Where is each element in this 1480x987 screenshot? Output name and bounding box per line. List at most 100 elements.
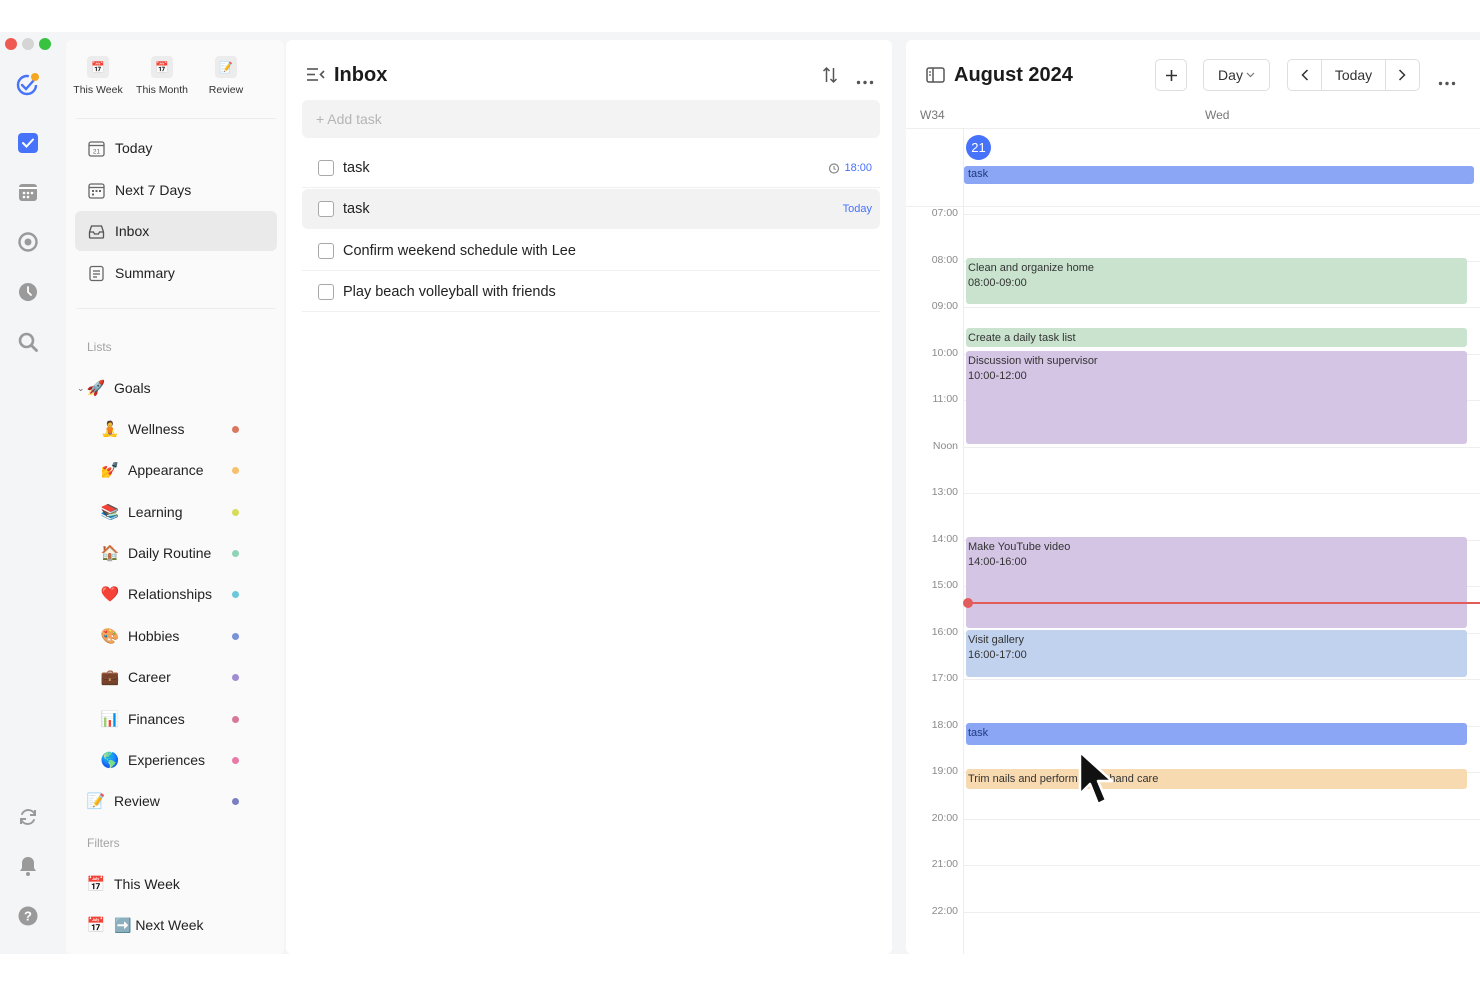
list-item[interactable]: 🌎 Experiences — [66, 740, 284, 780]
calendar-event[interactable]: Trim nails and perform basic hand care — [966, 769, 1467, 789]
list-item-label: Hobbies — [128, 628, 180, 644]
hour-line — [963, 214, 1480, 215]
next-day-button[interactable] — [1384, 60, 1419, 90]
list-emoji-icon: 🌎 — [100, 752, 120, 769]
sidebar-toggle-icon[interactable] — [926, 67, 945, 88]
event-title: Make YouTube video — [968, 541, 1071, 553]
list-review[interactable]: 📝 Review — [66, 781, 284, 821]
selected-date-badge[interactable]: 21 — [966, 135, 991, 160]
focus-icon[interactable] — [14, 278, 42, 306]
list-color-dot — [232, 673, 239, 681]
view-selector[interactable]: Day — [1203, 59, 1270, 91]
list-item[interactable]: 💼 Career — [66, 657, 284, 697]
tasks-icon[interactable] — [14, 129, 42, 157]
add-event-button[interactable] — [1155, 59, 1187, 91]
list-color-dot — [232, 425, 239, 433]
event-time: 16:00-17:00 — [968, 649, 1027, 661]
calendar-event[interactable]: Clean and organize home 08:00-09:00 — [966, 258, 1467, 304]
search-icon[interactable] — [14, 328, 42, 356]
calendar-title: August 2024 — [954, 64, 1073, 86]
app-logo-icon[interactable] — [14, 70, 42, 98]
time-axis-divider — [963, 128, 964, 954]
list-item[interactable]: 🏠 Daily Routine — [66, 533, 284, 573]
nav-today[interactable]: 21 Today — [75, 128, 277, 168]
chevron-down-icon[interactable]: ⌄ — [77, 383, 85, 394]
minimize-window-button[interactable] — [22, 38, 34, 50]
list-item[interactable]: 📊 Finances — [66, 699, 284, 739]
event-title: Trim nails and perform basic hand care — [968, 773, 1159, 785]
list-item[interactable]: 📚 Learning — [66, 492, 284, 532]
calendar-event[interactable]: Create a daily task list — [966, 328, 1467, 347]
hour-line — [963, 446, 1480, 448]
all-day-event[interactable]: task — [964, 166, 1474, 184]
list-item[interactable]: 💅 Appearance — [66, 450, 284, 490]
event-time: 14:00-16:00 — [968, 556, 1027, 568]
list-item-label: Learning — [128, 504, 183, 520]
list-item[interactable]: 🧘 Wellness — [66, 409, 284, 449]
list-color-dot — [232, 632, 239, 640]
hour-label: 20:00 — [931, 811, 958, 824]
sort-icon[interactable] — [822, 66, 838, 89]
hour-label: 07:00 — [931, 207, 958, 219]
nav-inbox[interactable]: Inbox — [75, 211, 277, 251]
svg-text:21: 21 — [92, 148, 100, 155]
task-checkbox[interactable] — [318, 242, 334, 259]
calendar-icon[interactable] — [14, 178, 42, 206]
calendar-event[interactable]: Discussion with supervisor 10:00-12:00 — [966, 351, 1467, 444]
filter-next-week[interactable]: 📅 ➡️ Next Week — [66, 905, 284, 945]
list-color-dot — [232, 508, 239, 516]
menu-collapse-icon[interactable] — [306, 66, 325, 88]
date-navigation: Today — [1287, 59, 1420, 91]
task-row[interactable]: Play beach volleyball with friends — [302, 272, 880, 312]
task-checkbox[interactable] — [318, 201, 334, 217]
sync-icon[interactable] — [14, 803, 42, 831]
list-goals[interactable]: ⌄ 🚀 Goals — [66, 368, 284, 408]
help-icon[interactable]: ? — [14, 902, 42, 930]
quick-views: 📅 This Week 📅 This Month 📝 Review — [66, 56, 284, 96]
week-number: W34 — [920, 108, 945, 122]
calendar-icon: 📅 — [151, 56, 173, 78]
nav-summary[interactable]: Summary — [75, 253, 277, 293]
hour-line — [963, 493, 1480, 494]
weekday-label: Wed — [1205, 108, 1230, 122]
list-color-dot — [232, 715, 239, 723]
hour-line — [963, 865, 1480, 866]
more-options-icon[interactable] — [1438, 73, 1456, 91]
calendar-event[interactable]: task — [966, 723, 1467, 745]
today-button[interactable]: Today — [1335, 67, 1372, 83]
notification-icon[interactable] — [14, 852, 42, 880]
chevron-left-icon — [1300, 69, 1308, 81]
list-emoji-icon: 🎨 — [100, 628, 120, 645]
task-checkbox[interactable] — [318, 159, 334, 176]
prev-day-button[interactable] — [1288, 60, 1322, 90]
inbox-panel: Inbox + Add task task 18:00 task Today C… — [286, 40, 892, 954]
hour-label: 15:00 — [931, 579, 958, 591]
event-title: task — [968, 727, 989, 739]
list-item[interactable]: 🎨 Hobbies — [66, 616, 284, 656]
quick-this-week[interactable]: 📅 This Week — [66, 56, 130, 96]
hour-line — [963, 307, 1480, 308]
zoom-window-button[interactable] — [39, 38, 51, 50]
close-window-button[interactable] — [5, 38, 17, 50]
quick-review[interactable]: 📝 Review — [194, 56, 258, 96]
icon-rail: ? — [0, 32, 56, 954]
task-row[interactable]: task 18:00 — [302, 148, 880, 188]
quick-this-month[interactable]: 📅 This Month — [130, 56, 194, 96]
list-color-dot — [232, 756, 239, 764]
event-time: 10:00-12:00 — [968, 370, 1027, 382]
task-due: 18:00 — [828, 162, 872, 174]
filter-this-week[interactable]: 📅 This Week — [66, 864, 284, 904]
add-task-input[interactable]: + Add task — [302, 100, 880, 138]
task-row[interactable]: Confirm weekend schedule with Lee — [302, 231, 880, 271]
task-row[interactable]: task Today — [302, 189, 880, 229]
calendar-event[interactable]: Visit gallery 16:00-17:00 — [966, 630, 1467, 677]
calendar-event[interactable]: Make YouTube video 14:00-16:00 — [966, 537, 1467, 628]
nav-next-7-days[interactable]: Next 7 Days — [75, 170, 277, 210]
more-options-icon[interactable] — [856, 72, 874, 90]
rocket-icon: 🚀 — [86, 380, 106, 397]
list-item[interactable]: ❤️ Relationships — [66, 574, 284, 614]
filters-label: Filters — [87, 836, 120, 850]
alarm-icon — [829, 162, 840, 174]
task-checkbox[interactable] — [318, 283, 334, 300]
habit-icon[interactable] — [14, 228, 42, 256]
